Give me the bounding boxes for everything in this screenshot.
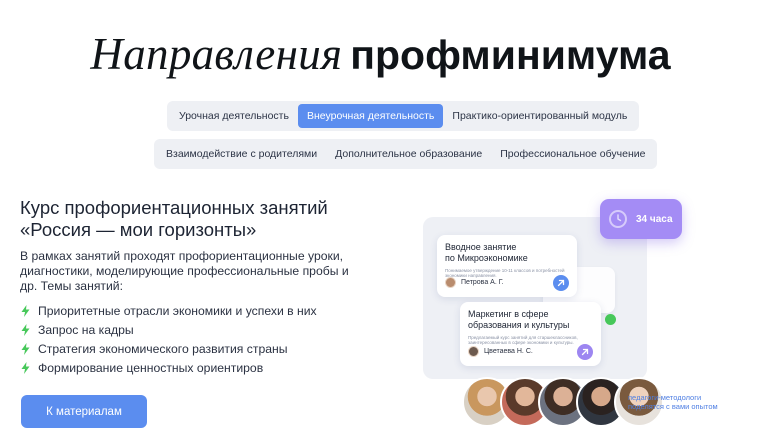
- card-title-line-1: Вводное занятие: [445, 242, 517, 252]
- directions-tabs-row-1: Урочная деятельность Внеурочная деятельн…: [167, 101, 640, 131]
- list-item: Запрос на кадры: [20, 320, 317, 339]
- list-item: Формирование ценностных ориентиров: [20, 358, 317, 377]
- arrow-up-right-icon: [581, 348, 589, 356]
- lesson-card-intro[interactable]: Вводное занятие по Микроэкономике Понима…: [437, 235, 577, 297]
- list-item: Приоритетные отрасли экономики и успехи …: [20, 301, 317, 320]
- topic-label: Запрос на кадры: [38, 322, 134, 337]
- lightning-bolt-icon: [21, 304, 30, 317]
- topic-label: Приоритетные отрасли экономики и успехи …: [38, 303, 317, 318]
- lessons-preview-panel: Вводное занятие по Микроэкономике Понима…: [423, 217, 647, 379]
- course-title-line-1: Курс профориентационных занятий: [20, 197, 328, 218]
- open-lesson-button[interactable]: [553, 275, 569, 291]
- teachers-note-line-1: педагоги-методологи: [628, 393, 702, 402]
- list-item: Стратегия экономического развития страны: [20, 339, 317, 358]
- author-name: Цветаева Н. С.: [484, 348, 533, 355]
- teachers-note-line-2: поделятся с вами опытом: [628, 402, 718, 411]
- tab-lesson-activity[interactable]: Урочная деятельность: [170, 104, 298, 128]
- lesson-card-marketing[interactable]: Маркетинг в сфере образования и культуры…: [460, 302, 601, 366]
- card-subtitle: Предлагаемый курс занятий для старшеклас…: [468, 335, 578, 345]
- directions-tabs-row-2: Взаимодействие с родителями Дополнительн…: [154, 139, 658, 169]
- clock-icon: [609, 210, 627, 228]
- arrow-up-right-icon: [557, 279, 565, 287]
- course-description: В рамках занятий проходят профориентацио…: [20, 249, 349, 293]
- topic-label: Формирование ценностных ориентиров: [38, 360, 264, 375]
- lightning-bolt-icon: [21, 342, 30, 355]
- tab-parents-interaction[interactable]: Взаимодействие с родителями: [157, 142, 326, 166]
- tab-extracurricular-activity[interactable]: Внеурочная деятельность: [297, 104, 444, 128]
- topic-label: Стратегия экономического развития страны: [38, 341, 288, 356]
- card-title-line-1: Маркетинг в сфере: [468, 309, 549, 319]
- avatar: [468, 346, 479, 357]
- teachers-note: педагоги-методологи поделятся с вами опы…: [628, 393, 758, 411]
- open-lesson-button[interactable]: [577, 344, 593, 360]
- page-headline: Направления профминимума: [0, 28, 761, 80]
- author-name: Петрова А. Г.: [461, 279, 504, 286]
- avatar: [445, 277, 456, 288]
- course-title: Курс профориентационных занятий «Россия …: [20, 197, 400, 241]
- headline-italic: Направления: [90, 29, 343, 79]
- status-dot: [605, 314, 616, 325]
- card-title-line-2: образования и культуры: [468, 320, 570, 330]
- course-title-line-2: «Россия — мои горизонты»: [20, 219, 257, 240]
- tab-practice-module[interactable]: Практико-ориентированный модуль: [443, 104, 636, 128]
- hours-badge: 34 часа: [600, 199, 682, 239]
- hours-label: 34 часа: [636, 213, 673, 225]
- lightning-bolt-icon: [21, 323, 30, 336]
- headline-bold: профминимума: [350, 32, 671, 78]
- card-author: Петрова А. Г.: [445, 277, 504, 288]
- lightning-bolt-icon: [21, 361, 30, 374]
- tab-professional-training[interactable]: Профессиональное обучение: [491, 142, 654, 166]
- teachers-avatars: [462, 377, 664, 427]
- to-materials-button[interactable]: К материалам: [21, 395, 147, 428]
- card-author: Цветаева Н. С.: [468, 346, 533, 357]
- topics-list: Приоритетные отрасли экономики и успехи …: [20, 301, 317, 377]
- card-title-line-2: по Микроэкономике: [445, 253, 528, 263]
- tab-additional-education[interactable]: Дополнительное образование: [326, 142, 491, 166]
